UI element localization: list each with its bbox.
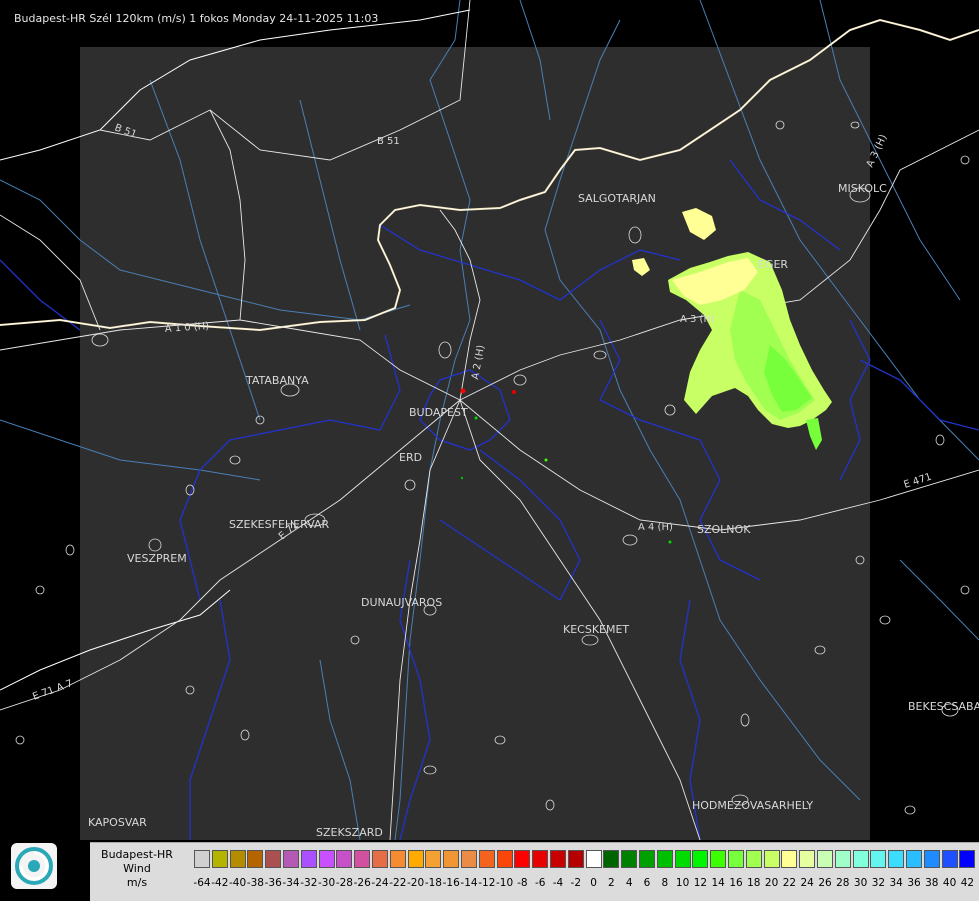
legend-swatch [318,850,335,868]
echo-dot-1 [460,388,466,394]
legend-title-unit: m/s [126,876,148,889]
legend-swatch [514,850,531,868]
map-title: Budapest-HR Szél 120km (m/s) 1 fokos Mon… [14,12,379,25]
legend-swatch [799,850,816,868]
legend-swatch [211,850,228,868]
legend-swatch [229,850,246,868]
echo-dot-3 [474,416,478,420]
legend-swatch [728,850,744,868]
legend-swatch [834,850,851,868]
place-erd: ERD [399,451,422,464]
legend-swatch [745,850,762,868]
legend-swatch [870,850,887,868]
legend-swatch [532,850,549,868]
legend-swatch [639,850,655,868]
legend-swatch [674,850,691,868]
legend-swatch [443,850,460,868]
echo-dot-4 [544,458,548,462]
legend-swatch [354,850,371,868]
place-hodmezovasarhely: HODMEZOVASARHELY [692,799,813,812]
place-salgotarjan: SALGOTARJAN [578,192,656,205]
legend-swatch [906,850,922,868]
road-e71-sw: E 71 A 7 [31,678,74,703]
legend-swatch [603,850,620,868]
legend-swatch [923,850,940,868]
legend-swatch [461,850,477,868]
legend-swatch [585,850,602,868]
legend-swatch [941,850,958,868]
legend-swatch [300,850,317,868]
legend-swatch [247,850,264,868]
weather-service-logo [11,843,57,889]
legend-swatch [389,850,406,868]
legend-title-quantity: Wind [123,862,151,875]
legend-swatch [692,850,709,868]
legend-title-radar: Budapest-HR [101,848,173,861]
legend-swatch [496,850,513,868]
legend-swatch [763,850,780,868]
legend-tick-label: 42 [960,877,975,889]
place-veszprem: VESZPREM [127,552,187,565]
echo-dot-2 [512,390,516,394]
road-e471: E 471 [903,472,934,491]
place-szekszard: SZEKSZARD [316,826,383,839]
place-kecskemet: KECSKEMET [563,623,629,636]
place-bekescsaba: BEKESCSABA [908,700,979,713]
place-dunaujvaros: DUNAUJVAROS [361,596,442,609]
legend-swatch [550,850,566,868]
road-a4: A 4 (H) [638,522,673,533]
place-budapest: BUDAPEST [409,406,468,419]
legend-swatch [817,850,833,868]
place-eger: EGER [758,258,788,271]
color-legend: Budapest-HR Wind m/s -64 -42 -40 -38 -36 -34-… [90,842,979,901]
legend-swatch [959,850,976,868]
place-miskolc: MISKOLC [838,182,887,195]
legend-swatch [265,850,282,868]
echo-dot-6 [460,476,464,480]
legend-swatch [283,850,299,868]
echo-dot-5 [668,540,672,544]
legend-swatch [656,850,673,868]
legend-swatch [852,850,869,868]
road-a3: A 3 (H) [680,314,715,325]
legend-title: Budapest-HR Wind m/s [90,843,184,890]
legend-swatch [621,850,638,868]
legend-swatch [407,850,424,868]
legend-swatch [194,850,210,868]
swirl-logo-icon [15,847,53,885]
place-szekesfehervar: SZEKESFEHERVAR [229,518,330,531]
radar-map: SALGOTARJAN MISKOLC EGER TATABANYA BUDAP… [0,0,979,841]
legend-swatch [710,850,727,868]
place-kaposvar: KAPOSVAR [88,816,147,829]
place-tatabanya: TATABANYA [245,374,309,387]
legend-swatch [336,850,353,868]
legend-swatch [425,850,442,868]
legend-swatch [478,850,495,868]
radar-coverage-area [80,47,870,840]
road-b51-east: B 51 [377,136,400,147]
place-szolnok: SZOLNOK [697,523,751,536]
legend-swatch [888,850,905,868]
legend-swatch [781,850,798,868]
legend-swatch [567,850,584,868]
legend-swatch [372,850,388,868]
